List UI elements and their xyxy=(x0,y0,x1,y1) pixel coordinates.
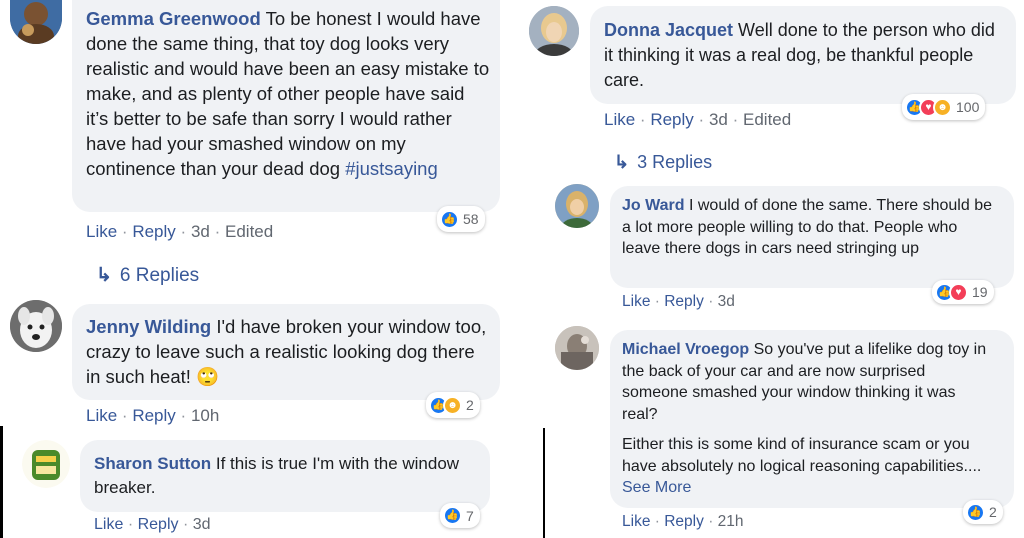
reaction-count: 100 xyxy=(956,99,980,115)
view-replies-link[interactable]: ↳ 6 Replies xyxy=(96,264,199,287)
reply-link[interactable]: Reply xyxy=(132,406,175,425)
view-replies-link[interactable]: ↳ 3 Replies xyxy=(614,152,712,173)
reaction-summary[interactable]: 👍 ☻ 2 xyxy=(426,392,480,418)
avatar-michael-vroegop[interactable] xyxy=(555,326,599,370)
avatar-sharon-sutton[interactable] xyxy=(22,440,70,488)
comment-text: To be honest I would have done the same … xyxy=(86,8,490,179)
reply-arrow-icon: ↳ xyxy=(614,152,630,172)
reply-link[interactable]: Reply xyxy=(664,513,704,530)
replies-count[interactable]: 6 Replies xyxy=(120,265,199,286)
like-reaction-icon: 👍 xyxy=(440,209,459,229)
see-more-link[interactable]: See More xyxy=(622,479,691,496)
replies-count[interactable]: 3 Replies xyxy=(637,152,712,172)
comment-bubble: Sharon Sutton If this is true I'm with t… xyxy=(80,440,490,512)
comment-bubble: Michael Vroegop So you've put a lifelike… xyxy=(610,330,1014,508)
comment-actions: Like · Reply · 3d · Edited xyxy=(86,222,273,242)
separator-dot: · xyxy=(214,222,221,241)
separator-dot: · xyxy=(182,516,189,533)
reaction-count: 2 xyxy=(989,504,997,520)
reaction-count: 7 xyxy=(466,507,474,524)
separator-dot: · xyxy=(121,222,128,241)
haha-reaction-icon: ☻ xyxy=(443,395,462,415)
comment-actions: Like · Reply · 10h xyxy=(86,406,219,426)
avatar-jo-ward[interactable] xyxy=(555,184,599,228)
separator-dot: · xyxy=(180,406,187,425)
like-link[interactable]: Like xyxy=(86,222,117,241)
comment-actions: Like · Reply · 21h xyxy=(622,513,744,531)
separator-dot: · xyxy=(639,110,646,129)
crop-edge-divider xyxy=(543,428,545,538)
love-reaction-icon: ♥ xyxy=(949,282,968,302)
comment-author[interactable]: Donna Jacquet xyxy=(604,20,733,40)
separator-dot: · xyxy=(180,222,187,241)
reaction-count: 58 xyxy=(463,211,479,227)
like-link[interactable]: Like xyxy=(622,513,650,530)
edited-label: Edited xyxy=(225,222,274,241)
avatar-donna-jacquet[interactable] xyxy=(529,6,579,56)
comment-author[interactable]: Gemma Greenwood xyxy=(86,8,261,29)
separator-dot: · xyxy=(127,516,134,533)
comment-text-continued: Either this is some kind of insurance sc… xyxy=(622,436,982,475)
comment-author[interactable]: Jo Ward xyxy=(622,197,685,214)
comment-bubble: Gemma Greenwood To be honest I would hav… xyxy=(72,0,500,212)
comment-author[interactable]: Sharon Sutton xyxy=(94,454,211,473)
timestamp[interactable]: 3d xyxy=(193,516,211,533)
reply-link[interactable]: Reply xyxy=(664,293,704,310)
like-link[interactable]: Like xyxy=(604,110,635,129)
comment-actions: Like · Reply · 3d · Edited xyxy=(604,110,791,130)
comment-actions: Like · Reply · 3d xyxy=(94,516,211,534)
separator-dot: · xyxy=(654,293,660,310)
reply-link[interactable]: Reply xyxy=(650,110,693,129)
timestamp[interactable]: 3d xyxy=(709,110,728,129)
comment-bubble: Jenny Wilding I'd have broken your windo… xyxy=(72,304,500,400)
haha-reaction-icon: ☻ xyxy=(933,97,952,117)
reply-arrow-icon: ↳ xyxy=(96,265,112,286)
comment-actions: Like · Reply · 3d xyxy=(622,293,735,311)
separator-dot: · xyxy=(732,110,739,129)
eye-roll-emoji: 🙄 xyxy=(196,366,220,387)
separator-dot: · xyxy=(708,513,714,530)
comment-author[interactable]: Jenny Wilding xyxy=(86,316,211,337)
separator-dot: · xyxy=(121,406,128,425)
like-link[interactable]: Like xyxy=(622,293,650,310)
like-link[interactable]: Like xyxy=(94,516,123,533)
reaction-summary[interactable]: 👍 ♥ ☻ 100 xyxy=(902,94,986,120)
like-reaction-icon: 👍 xyxy=(966,502,985,522)
timestamp[interactable]: 21h xyxy=(718,513,744,530)
comment-bubble: Jo Ward I would of done the same. There … xyxy=(610,186,1014,288)
comment-bubble: Donna Jacquet Well done to the person wh… xyxy=(590,6,1016,104)
hashtag-link[interactable]: #justsaying xyxy=(345,158,438,179)
avatar-jenny-wilding[interactable] xyxy=(10,300,62,352)
separator-dot: · xyxy=(708,293,714,310)
reaction-summary[interactable]: 👍 ♥ 19 xyxy=(932,280,994,304)
reaction-summary[interactable]: 👍 2 xyxy=(963,500,1003,524)
reaction-count: 19 xyxy=(972,284,988,300)
reply-link[interactable]: Reply xyxy=(138,516,179,533)
like-reaction-icon: 👍 xyxy=(443,506,462,525)
like-link[interactable]: Like xyxy=(86,406,117,425)
separator-dot: · xyxy=(654,513,660,530)
timestamp[interactable]: 3d xyxy=(718,293,735,310)
crop-edge-divider xyxy=(0,426,3,538)
reaction-summary[interactable]: 👍 58 xyxy=(437,206,485,232)
reply-link[interactable]: Reply xyxy=(132,222,175,241)
separator-dot: · xyxy=(698,110,705,129)
timestamp[interactable]: 10h xyxy=(191,406,219,425)
comment-author[interactable]: Michael Vroegop xyxy=(622,341,749,358)
avatar-gemma-greenwood[interactable] xyxy=(10,0,62,44)
edited-label: Edited xyxy=(743,110,792,129)
reaction-count: 2 xyxy=(466,397,474,413)
timestamp[interactable]: 3d xyxy=(191,222,210,241)
reaction-summary[interactable]: 👍 7 xyxy=(440,503,480,528)
